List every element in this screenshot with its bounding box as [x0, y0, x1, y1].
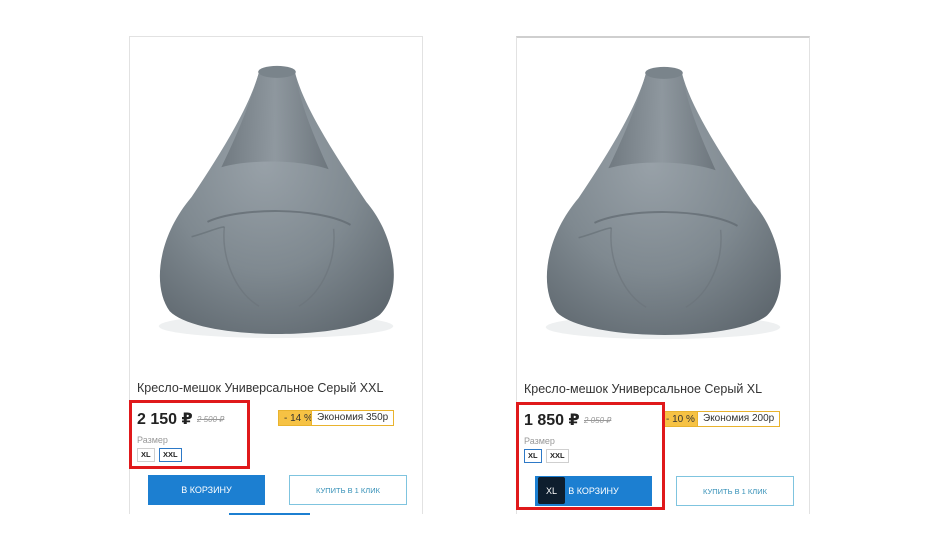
old-price: 2 050 ₽: [584, 416, 612, 425]
savings-badge: Экономия 350р: [311, 410, 395, 426]
current-price: 2 150 ₽: [137, 411, 193, 428]
size-option-xl[interactable]: XL: [524, 449, 542, 463]
old-price: 2 500 ₽: [197, 415, 225, 424]
product-image[interactable]: [517, 38, 809, 368]
buy-one-click-button[interactable]: Купить в 1 клик: [289, 475, 407, 505]
buy-one-click-button[interactable]: Купить в 1 клик: [676, 476, 794, 506]
savings-badge: Экономия 200р: [697, 411, 781, 427]
underline-divider: [229, 513, 310, 515]
size-option-xl[interactable]: XL: [137, 448, 155, 462]
product-image[interactable]: [130, 37, 422, 367]
product-card[interactable]: Кресло-мешок Универсальное Серый XL 1 85…: [516, 36, 810, 514]
product-title[interactable]: Кресло-мешок Универсальное Серый XXL: [137, 381, 417, 395]
size-tooltip: XL: [538, 477, 565, 504]
size-label: Размер: [137, 435, 168, 445]
product-title[interactable]: Кресло-мешок Универсальное Серый XL: [524, 382, 804, 396]
size-label: Размер: [524, 436, 555, 446]
add-to-cart-button[interactable]: В корзину: [148, 475, 265, 505]
current-price: 1 850 ₽: [524, 412, 580, 429]
discount-badge: - 10 %: [662, 411, 701, 427]
size-option-xxl[interactable]: XXL: [546, 449, 569, 463]
product-card[interactable]: Кресло-мешок Универсальное Серый XXL 2 1…: [129, 36, 423, 515]
size-option-xxl[interactable]: XXL: [159, 448, 182, 462]
